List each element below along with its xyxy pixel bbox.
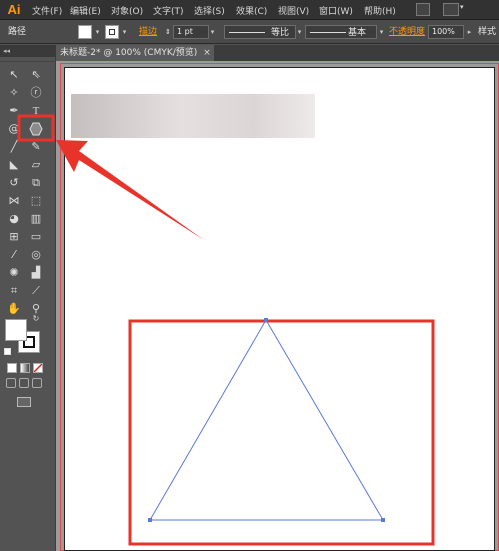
document-tab-title: 未标题-2* @ 100% (CMYK/预览) bbox=[60, 48, 198, 58]
stroke-weight-field[interactable]: 1 pt bbox=[173, 25, 209, 39]
menu-type[interactable]: 文字(T) bbox=[153, 4, 184, 17]
control-bar: 路径 ▾ ▾ 描边 ⇕ 1 pt ▾ 等比 ▾ 基本 ▾ 不透明度 100% ▸… bbox=[0, 20, 499, 44]
pencil-tool-icon[interactable]: ✎ bbox=[27, 138, 45, 156]
style-label[interactable]: 样式 bbox=[478, 25, 496, 39]
artboard[interactable] bbox=[64, 67, 495, 551]
eyedropper-tool-icon[interactable]: ⁄ bbox=[5, 246, 23, 264]
perspective-grid-tool-icon[interactable]: ▥ bbox=[27, 210, 45, 228]
symbol-sprayer-tool-icon[interactable]: ✺ bbox=[5, 264, 23, 282]
slice-tool-icon[interactable]: ⟋ bbox=[27, 282, 45, 300]
blob-brush-tool-icon[interactable]: ◣ bbox=[5, 156, 23, 174]
pen-tool-icon[interactable]: ✒ bbox=[5, 102, 23, 120]
toolbox-grip bbox=[0, 57, 56, 62]
gradient-rectangle[interactable] bbox=[71, 94, 315, 138]
app-logo: Ai bbox=[7, 2, 21, 17]
shape-builder-tool-icon[interactable]: ◕ bbox=[5, 210, 23, 228]
menu-view[interactable]: 视图(V) bbox=[278, 4, 309, 17]
column-graph-tool-icon[interactable]: ▟ bbox=[27, 264, 45, 282]
stroke-swatch[interactable] bbox=[105, 25, 119, 39]
menu-window[interactable]: 窗口(W) bbox=[319, 4, 353, 17]
menu-edit[interactable]: 编辑(E) bbox=[70, 4, 101, 17]
color-mode-icon[interactable] bbox=[7, 363, 17, 373]
object-type-label: 路径 bbox=[8, 27, 27, 37]
stroke-dropdown-icon[interactable]: ▾ bbox=[120, 25, 129, 39]
width-tool-icon[interactable]: ⋈ bbox=[5, 192, 23, 210]
rotate-tool-icon[interactable]: ↺ bbox=[5, 174, 23, 192]
profile-label: 等比 bbox=[271, 28, 290, 38]
hand-tool-icon[interactable]: ✋ bbox=[5, 300, 23, 318]
gradient-tool-icon[interactable]: ▭ bbox=[27, 228, 45, 246]
brush-definition[interactable]: 基本 bbox=[305, 25, 377, 39]
screen-mode-icon[interactable] bbox=[17, 397, 31, 407]
magic-wand-tool-icon[interactable]: ✧ bbox=[5, 84, 23, 102]
fill-swatch[interactable] bbox=[78, 25, 92, 39]
draw-behind-icon[interactable] bbox=[19, 378, 29, 388]
direct-selection-tool-icon[interactable]: ⇖ bbox=[27, 66, 45, 84]
type-tool-icon[interactable]: T bbox=[27, 102, 45, 120]
draw-inside-icon[interactable] bbox=[32, 378, 42, 388]
arrange-documents-icon[interactable] bbox=[443, 3, 459, 16]
stroke-panel-link[interactable]: 描边 bbox=[139, 25, 157, 39]
menu-bar: Ai 文件(F) 编辑(E) 对象(O) 文字(T) 选择(S) 效果(C) 视… bbox=[0, 0, 499, 20]
menu-file[interactable]: 文件(F) bbox=[32, 4, 62, 17]
draw-normal-icon[interactable] bbox=[6, 378, 16, 388]
menu-effect[interactable]: 效果(C) bbox=[236, 4, 267, 17]
fill-color-swatch[interactable] bbox=[5, 319, 27, 341]
paintbrush-tool-icon[interactable]: ╱ bbox=[5, 138, 23, 156]
swap-colors-icon[interactable]: ↻ bbox=[31, 314, 41, 324]
artboard-tool-icon[interactable]: ⌗ bbox=[5, 282, 23, 300]
document-tab-strip: 未标题-2* @ 100% (CMYK/预览) × bbox=[56, 45, 499, 61]
collapse-toolbox-icon[interactable]: ◂◂ bbox=[3, 45, 10, 57]
arrange-dropdown-icon[interactable]: ▾ bbox=[460, 3, 464, 11]
document-tab[interactable]: 未标题-2* @ 100% (CMYK/预览) × bbox=[56, 45, 214, 61]
brush-label: 基本 bbox=[348, 28, 367, 38]
variable-width-profile[interactable]: 等比 bbox=[224, 25, 296, 39]
fill-dropdown-icon[interactable]: ▾ bbox=[93, 25, 102, 39]
brush-dropdown-icon[interactable]: ▾ bbox=[377, 25, 386, 39]
toolbox: ↖ ⇖ ✧ ⓡ ✒ T @ ╱ ✎ ◣ ▱ ↺ ⧉ ⋈ ⬚ ◕ ▥ ⊞ ▭ ⁄ … bbox=[0, 57, 56, 551]
scale-tool-icon[interactable]: ⧉ bbox=[27, 174, 45, 192]
selection-tool-icon[interactable]: ↖ bbox=[5, 66, 23, 84]
none-mode-icon[interactable] bbox=[33, 363, 43, 373]
toolbox-header: ◂◂ bbox=[0, 45, 56, 57]
free-transform-tool-icon[interactable]: ⬚ bbox=[27, 192, 45, 210]
lasso-tool-icon[interactable]: ⓡ bbox=[27, 84, 45, 102]
profile-dropdown-icon[interactable]: ▾ bbox=[295, 25, 304, 39]
bridge-icon[interactable] bbox=[416, 3, 430, 16]
pasteboard[interactable] bbox=[56, 61, 499, 551]
stroke-weight-stepper-icon[interactable]: ⇕ bbox=[165, 25, 171, 39]
menu-help[interactable]: 帮助(H) bbox=[364, 4, 396, 17]
menu-object[interactable]: 对象(O) bbox=[111, 4, 143, 17]
blend-tool-icon[interactable]: ◎ bbox=[27, 246, 45, 264]
menu-select[interactable]: 选择(S) bbox=[194, 4, 225, 17]
polygon-tool-icon[interactable] bbox=[27, 120, 45, 138]
default-colors-icon[interactable] bbox=[4, 348, 11, 355]
opacity-field[interactable]: 100% bbox=[428, 25, 464, 39]
spiral-tool-icon[interactable]: @ bbox=[5, 120, 23, 138]
opacity-panel-link[interactable]: 不透明度 bbox=[389, 25, 425, 39]
stroke-weight-dropdown-icon[interactable]: ▾ bbox=[208, 25, 217, 39]
close-tab-icon[interactable]: × bbox=[202, 45, 212, 61]
opacity-dropdown-icon[interactable]: ▸ bbox=[465, 25, 474, 39]
gradient-mode-icon[interactable] bbox=[20, 363, 30, 373]
eraser-tool-icon[interactable]: ▱ bbox=[27, 156, 45, 174]
mesh-tool-icon[interactable]: ⊞ bbox=[5, 228, 23, 246]
